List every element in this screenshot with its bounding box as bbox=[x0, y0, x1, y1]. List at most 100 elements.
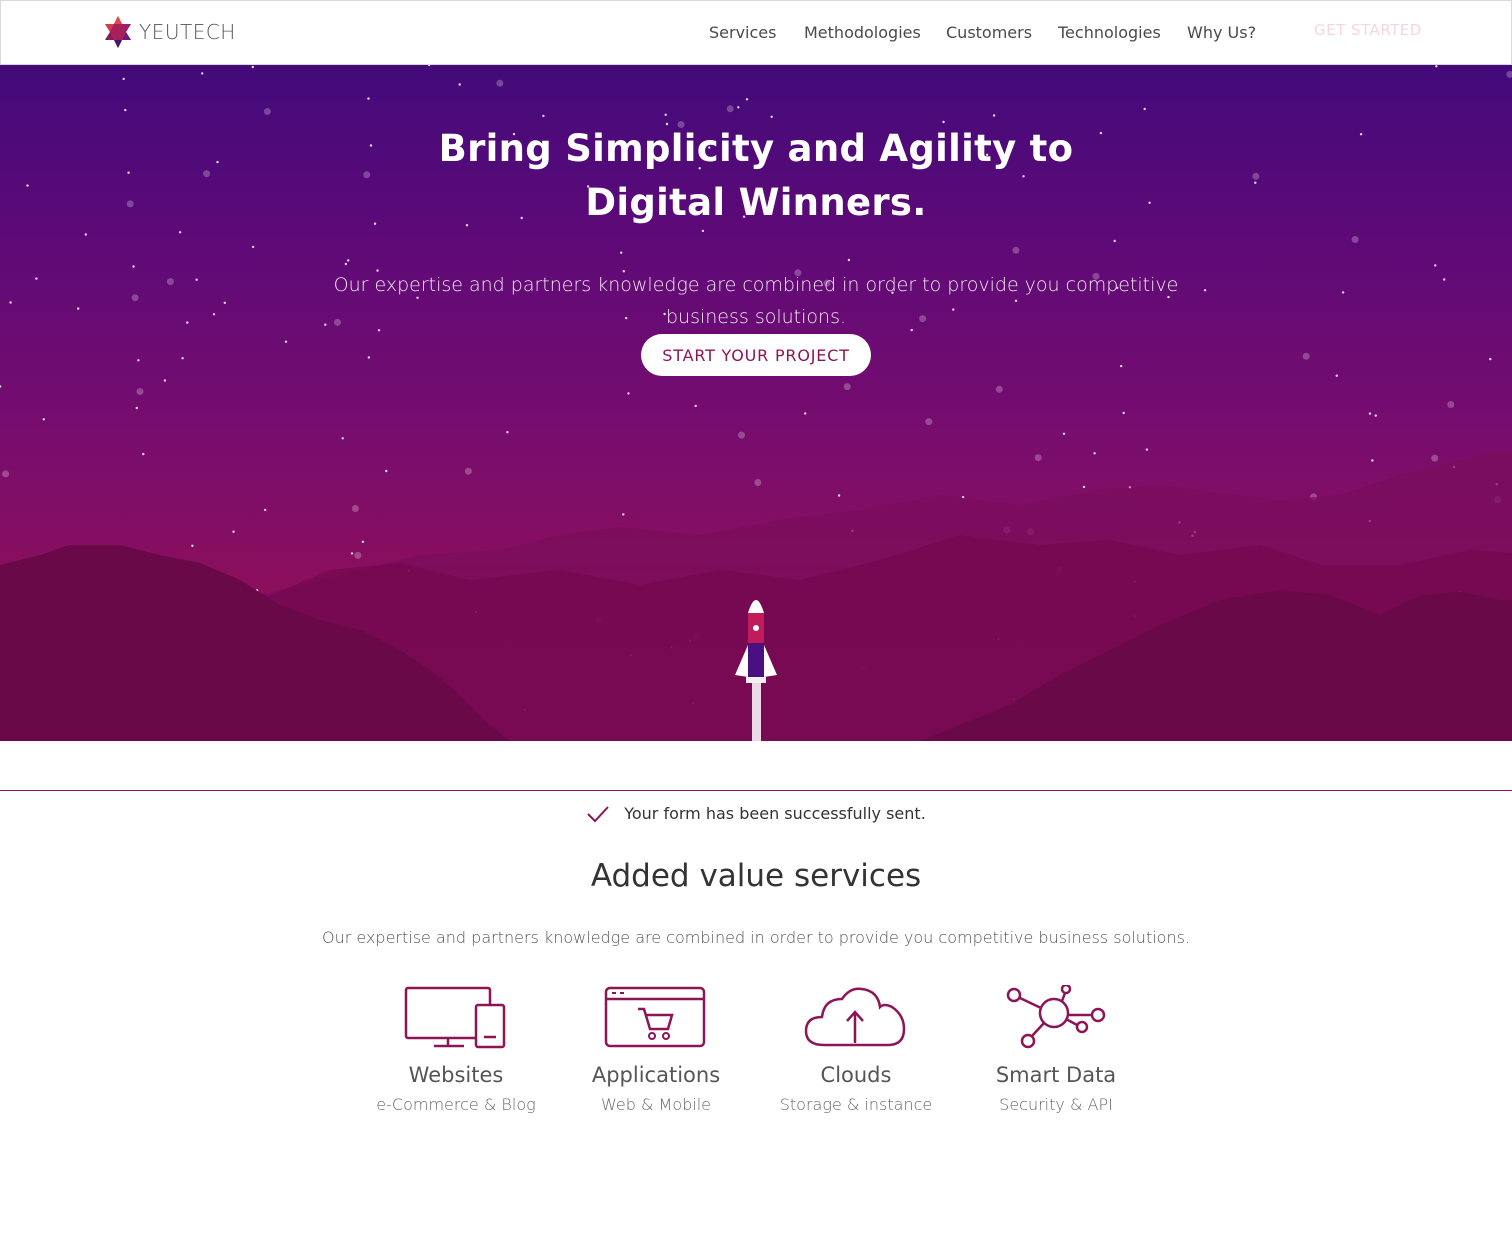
star-dot bbox=[1435, 65, 1438, 68]
star-dot bbox=[1368, 412, 1372, 415]
star-dot bbox=[251, 65, 254, 69]
star-dot bbox=[251, 245, 255, 249]
service-clouds[interactable]: Clouds Storage & instance bbox=[756, 985, 956, 1114]
service-name: Smart Data bbox=[995, 1063, 1117, 1087]
star-dot bbox=[166, 278, 174, 286]
service-name: Websites bbox=[408, 1063, 504, 1087]
service-websites[interactable]: Websites e-Commerce & Blog bbox=[356, 985, 556, 1114]
start-project-button[interactable]: START YOUR PROJECT bbox=[641, 334, 871, 376]
star-dot bbox=[181, 357, 184, 360]
star-dot bbox=[738, 431, 745, 439]
form-success-notice: Your form has been successfully sent. bbox=[0, 804, 1512, 823]
star-dot bbox=[132, 265, 135, 268]
star-dot bbox=[1122, 411, 1125, 415]
star-dot bbox=[367, 97, 370, 100]
cloud-upload-icon bbox=[804, 987, 906, 1047]
shopping-cart-window-icon bbox=[604, 986, 706, 1048]
star-dot bbox=[1443, 278, 1446, 281]
service-desc: Storage & instance bbox=[779, 1095, 933, 1114]
nav-customers[interactable]: Customers bbox=[946, 23, 1032, 42]
star-dot bbox=[1012, 246, 1020, 254]
star-dot bbox=[622, 513, 625, 516]
star-dot bbox=[995, 385, 1003, 393]
star-dot bbox=[136, 388, 144, 395]
star-dot bbox=[201, 72, 204, 75]
star-dot bbox=[264, 508, 267, 512]
star-dot bbox=[1489, 357, 1492, 361]
star-dot bbox=[135, 406, 138, 410]
section-divider bbox=[0, 790, 1512, 791]
star-dot bbox=[354, 551, 362, 559]
star-dot bbox=[694, 404, 697, 408]
hero-subtitle: Our expertise and partners knowledge are… bbox=[333, 274, 1179, 328]
star-dot bbox=[341, 437, 344, 440]
checkmark-icon bbox=[587, 805, 609, 822]
star-dot bbox=[2, 470, 10, 478]
star-dot bbox=[195, 278, 198, 281]
star-dot bbox=[992, 114, 996, 117]
star-dot bbox=[77, 307, 80, 310]
star-dot bbox=[367, 356, 371, 359]
star-dot bbox=[223, 301, 226, 304]
services-title: Added value services bbox=[590, 858, 922, 894]
service-desc: e-Commerce & Blog bbox=[376, 1095, 536, 1114]
star-dot bbox=[1082, 485, 1086, 489]
network-nodes-icon bbox=[1006, 985, 1106, 1049]
star-dot bbox=[1341, 291, 1345, 294]
star-dot bbox=[1143, 107, 1146, 111]
nav-services[interactable]: Services bbox=[709, 23, 776, 42]
star-dot bbox=[1431, 454, 1439, 462]
star-dot bbox=[186, 321, 189, 324]
star-dot bbox=[1351, 236, 1359, 243]
star-dot bbox=[506, 431, 509, 434]
star-dot bbox=[770, 115, 773, 118]
star-dot bbox=[496, 79, 504, 87]
star-dot bbox=[178, 231, 182, 234]
star-dot bbox=[847, 258, 851, 262]
star-dot bbox=[701, 229, 705, 233]
star-dot bbox=[263, 108, 271, 115]
star-dot bbox=[1145, 448, 1149, 451]
star-dot bbox=[347, 259, 350, 262]
star-dot bbox=[1034, 454, 1042, 462]
service-desc: Security & API bbox=[999, 1095, 1113, 1114]
star-dot bbox=[745, 98, 749, 101]
hero-section: Bring Simplicity and Agility to Digital … bbox=[0, 65, 1512, 741]
brand-logo[interactable]: YEUTECH bbox=[104, 16, 236, 48]
star-dot bbox=[1302, 352, 1310, 360]
hero-title-line2: Digital Winners. bbox=[585, 181, 927, 224]
star-dot bbox=[9, 301, 12, 304]
star-dot bbox=[1506, 70, 1512, 78]
nav-why-us[interactable]: Why Us? bbox=[1187, 23, 1256, 42]
star-logo-icon bbox=[105, 16, 131, 48]
service-name: Applications bbox=[591, 1063, 721, 1087]
service-name: Clouds bbox=[820, 1063, 892, 1087]
star-dot bbox=[350, 552, 354, 555]
star-dot bbox=[737, 106, 740, 109]
star-dot bbox=[1447, 401, 1455, 408]
star-dot bbox=[137, 359, 140, 362]
nav-methodologies[interactable]: Methodologies bbox=[804, 23, 921, 42]
nav-technologies[interactable]: Technologies bbox=[1058, 23, 1161, 42]
star-dot bbox=[542, 114, 545, 118]
star-dot bbox=[1113, 239, 1116, 243]
star-dot bbox=[1120, 364, 1123, 368]
get-started-button[interactable]: GET STARTED bbox=[1314, 21, 1422, 39]
star-dot bbox=[726, 105, 734, 113]
star-dot bbox=[837, 494, 841, 497]
service-smart-data[interactable]: Smart Data Security & API bbox=[956, 985, 1156, 1114]
hero-title-line1: Bring Simplicity and Agility to bbox=[438, 127, 1074, 170]
star-dot bbox=[124, 108, 127, 112]
brand-name: YEUTECH bbox=[139, 20, 236, 44]
star-dot bbox=[1434, 264, 1437, 267]
star-dot bbox=[344, 262, 348, 266]
star-dot bbox=[427, 65, 431, 67]
star-dot bbox=[131, 294, 139, 302]
star-dot bbox=[464, 467, 472, 475]
star-dot bbox=[385, 469, 388, 473]
top-navbar: YEUTECH Services Methodologies Customers… bbox=[0, 0, 1512, 65]
star-dot bbox=[1371, 459, 1374, 462]
service-applications[interactable]: Applications Web & Mobile bbox=[556, 985, 756, 1114]
star-dot bbox=[0, 385, 2, 388]
star-dot bbox=[361, 540, 365, 543]
